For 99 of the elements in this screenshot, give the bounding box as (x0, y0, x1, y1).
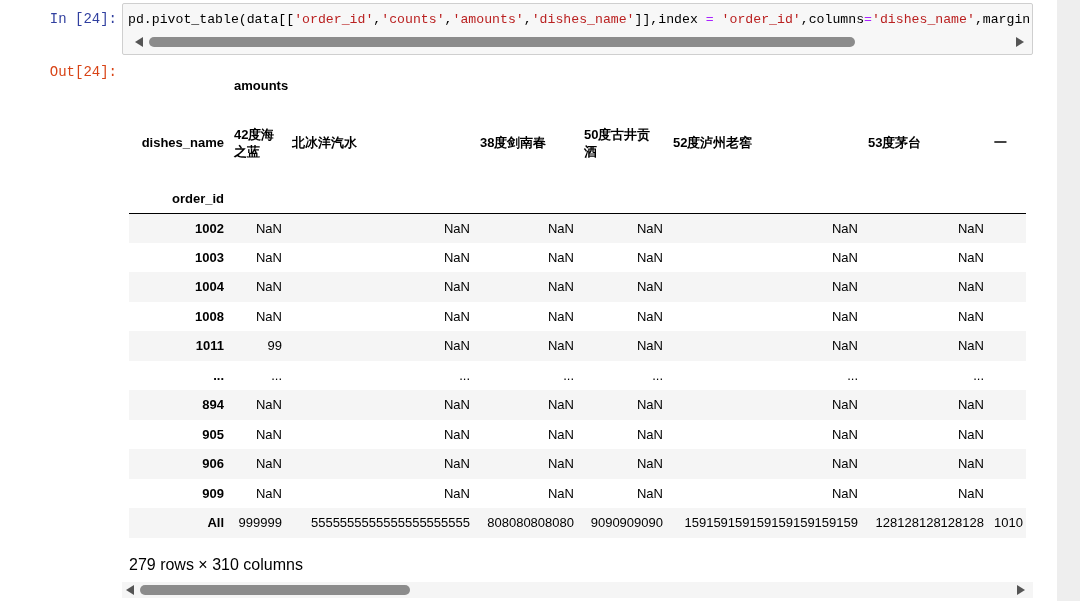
table-cell: NaN (832, 426, 858, 442)
scroll-right-icon[interactable] (1017, 584, 1025, 595)
table-cell: NaN (832, 456, 858, 472)
table-cell: 9090909090 (590, 515, 663, 531)
row-label: 1004 (195, 279, 224, 295)
table-cell: 5555555555555555555555 (310, 515, 470, 531)
table-cell: NaN (958, 426, 984, 442)
table-cell: NaN (832, 249, 858, 265)
column-header: 42度海之蓝 (234, 126, 275, 159)
table-cell: NaN (637, 426, 663, 442)
table-cell: NaN (548, 485, 574, 501)
table-cell: NaN (637, 249, 663, 265)
table-cell: NaN (444, 426, 470, 442)
table-cell: NaN (256, 220, 282, 236)
table-cell: NaN (256, 279, 282, 295)
table-cell: NaN (637, 456, 663, 472)
row-label: 1003 (195, 249, 224, 265)
table-cell: ... (652, 367, 663, 383)
index-header: order_id (172, 191, 224, 207)
table-cell: NaN (548, 397, 574, 413)
table-cell: ... (973, 367, 984, 383)
table-cell: NaN (548, 249, 574, 265)
row-label: 1011 (195, 338, 224, 354)
table-cell: ... (847, 367, 858, 383)
table-cell: NaN (256, 397, 282, 413)
table-cell: NaN (637, 279, 663, 295)
table-cell: NaN (548, 338, 574, 354)
table-cell: NaN (832, 397, 858, 413)
scrollbar-thumb[interactable] (140, 584, 410, 595)
table-cell: NaN (444, 397, 470, 413)
column-header: 50度古井贡酒 (584, 126, 651, 159)
table-cell: NaN (958, 397, 984, 413)
table-cell: 128128128128128 (875, 515, 984, 531)
table-cell: NaN (832, 279, 858, 295)
row-label: 909 (202, 485, 224, 501)
table-cell: NaN (958, 279, 984, 295)
table-cell: NaN (548, 456, 574, 472)
scroll-left-icon[interactable] (135, 37, 143, 47)
table-cell: NaN (548, 308, 574, 324)
row-label: 905 (202, 426, 224, 442)
code-line: pd.pivot_table(data[['order_id','counts','amounts','dishes_name']],index = 'order_id',columns='dishes_name',margin (127, 11, 1032, 29)
scrollbar-thumb[interactable] (149, 37, 855, 47)
table-cell: NaN (832, 338, 858, 354)
table-cell: 1010 (994, 515, 1023, 531)
table-cell: NaN (444, 220, 470, 236)
table-cell: NaN (548, 426, 574, 442)
column-header: 53度茅台 (868, 135, 922, 150)
table-cell: NaN (958, 338, 984, 354)
table-cell: 808080808080 (487, 515, 574, 531)
row-label: 894 (202, 397, 224, 413)
table-cell: ... (459, 367, 470, 383)
table-cell: NaN (444, 338, 470, 354)
column-header: 52度泸州老窖 (673, 135, 753, 150)
table-cell: NaN (958, 456, 984, 472)
column-header: dishes_name (141, 135, 224, 150)
row-label: 906 (202, 456, 224, 472)
table-cell: 99 (267, 338, 282, 354)
scroll-right-icon[interactable] (1016, 37, 1024, 47)
table-cell: NaN (958, 220, 984, 236)
column-header: 北冰洋汽水 (292, 135, 357, 150)
table-shape-text: 279 rows × 310 columns (129, 555, 304, 574)
table-cell: NaN (958, 308, 984, 324)
column-header: 一 (994, 135, 1007, 150)
table-cell: NaN (444, 279, 470, 295)
table-cell: NaN (256, 485, 282, 501)
table-cell: NaN (548, 220, 574, 236)
table-cell: NaN (256, 249, 282, 265)
code-cell[interactable]: pd.pivot_table(data[['order_id','counts','amounts','dishes_name']],index = 'order_id',columns='dishes_name',margin (122, 3, 1033, 55)
table-cell: ... (271, 367, 282, 383)
column-header: amounts (234, 77, 289, 93)
row-label: All (207, 515, 224, 531)
table-cell: NaN (637, 220, 663, 236)
table-cell: NaN (444, 456, 470, 472)
table-cell: NaN (444, 249, 470, 265)
table-cell: NaN (444, 485, 470, 501)
table-cell: 159159159159159159159159 (684, 515, 858, 531)
table-cell: NaN (256, 426, 282, 442)
output-prompt: Out[24]: (48, 63, 117, 82)
table-cell: NaN (637, 338, 663, 354)
row-label: 1002 (195, 220, 224, 236)
table-cell: ... (563, 367, 574, 383)
row-label: 1008 (195, 308, 224, 324)
table-cell: NaN (832, 220, 858, 236)
table-cell: 999999 (238, 515, 282, 531)
row-label: ... (213, 367, 224, 383)
table-cell: NaN (958, 485, 984, 501)
column-header: 38度剑南春 (480, 135, 547, 150)
table-cell: NaN (256, 308, 282, 324)
table-cell: NaN (444, 308, 470, 324)
scroll-left-icon[interactable] (126, 584, 134, 595)
table-cell: NaN (637, 308, 663, 324)
table-cell: NaN (637, 397, 663, 413)
table-cell: NaN (256, 456, 282, 472)
table-cell: NaN (637, 485, 663, 501)
table-cell: NaN (832, 308, 858, 324)
table-cell: NaN (958, 249, 984, 265)
table-cell: NaN (548, 279, 574, 295)
input-prompt: In [24]: (48, 10, 117, 29)
table-cell: NaN (832, 485, 858, 501)
